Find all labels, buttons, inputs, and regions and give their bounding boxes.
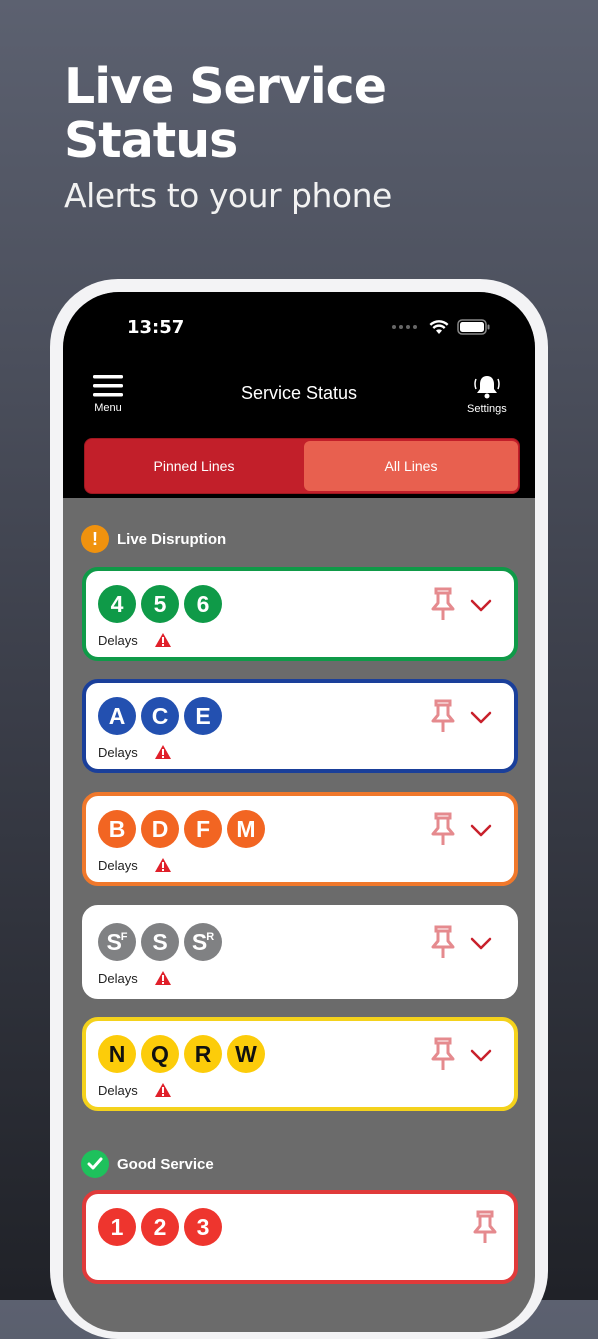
- warning-triangle-icon: [154, 971, 171, 985]
- warning-triangle-icon: [154, 633, 171, 647]
- line-status: Delays: [98, 1082, 172, 1098]
- line-status: Delays: [98, 857, 172, 873]
- bell-icon: [474, 376, 500, 399]
- line-bullet-icon: C: [141, 697, 179, 735]
- settings-button[interactable]: Settings: [467, 374, 507, 415]
- tab-pinned-lines[interactable]: Pinned Lines: [85, 439, 303, 493]
- line-bullet-icon: 3: [184, 1208, 222, 1246]
- section-live-disruption: ! Live Disruption: [81, 525, 226, 553]
- line-bullets: ACE: [98, 697, 222, 735]
- signal-icon: [392, 325, 417, 329]
- line-bullet-icon: F: [184, 810, 222, 848]
- pin-icon[interactable]: [472, 1210, 498, 1244]
- status-icons: [392, 319, 491, 335]
- warning-triangle-icon: [154, 1083, 171, 1097]
- line-bullets: SFSSR: [98, 923, 222, 961]
- status-label: Delays: [98, 632, 138, 648]
- line-bullet-icon: B: [98, 810, 136, 848]
- chevron-down-icon[interactable]: [470, 711, 492, 725]
- line-bullet-icon: 1: [98, 1208, 136, 1246]
- line-bullet-icon: Q: [141, 1035, 179, 1073]
- wifi-icon: [429, 319, 449, 334]
- line-card[interactable]: S F S S R Delays: [82, 905, 518, 999]
- tab-control: Pinned Lines All Lines: [84, 438, 520, 494]
- status-label: Delays: [98, 744, 138, 760]
- line-bullet-icon: W: [227, 1035, 265, 1073]
- top-bar: 13:57 Menu Service Status Settings Pinne…: [63, 292, 535, 498]
- line-bullets: 456: [98, 585, 222, 623]
- line-bullet-icon: E: [184, 697, 222, 735]
- chevron-down-icon[interactable]: [470, 937, 492, 951]
- status-label: Delays: [98, 1082, 138, 1098]
- warning-triangle-icon: [154, 858, 171, 872]
- warning-circle-icon: !: [81, 525, 109, 553]
- line-bullet-icon: A: [98, 697, 136, 735]
- chevron-down-icon[interactable]: [470, 824, 492, 838]
- status-time: 13:57: [127, 317, 185, 338]
- line-bullet-icon: 4: [98, 585, 136, 623]
- line-bullet-icon: 5: [141, 585, 179, 623]
- line-bullet-icon: 6: [184, 585, 222, 623]
- line-card[interactable]: N Q R W Delays: [82, 1017, 518, 1111]
- status-label: Delays: [98, 857, 138, 873]
- section-good-service: Good Service: [81, 1150, 214, 1178]
- status-label: Delays: [98, 970, 138, 986]
- line-bullet-icon: M: [227, 810, 265, 848]
- line-bullets: BDFM: [98, 810, 265, 848]
- warning-triangle-icon: [154, 745, 171, 759]
- line-status: Delays: [98, 632, 172, 648]
- line-bullet-icon: S: [141, 923, 179, 961]
- settings-label: Settings: [467, 403, 507, 415]
- line-card[interactable]: 4 5 6 Delays: [82, 567, 518, 661]
- line-status: Delays: [98, 744, 172, 760]
- line-bullet-icon: SR: [184, 923, 222, 961]
- line-card[interactable]: B D F M Delays: [82, 792, 518, 886]
- line-bullets: 123: [98, 1208, 222, 1246]
- section-label: Live Disruption: [117, 530, 227, 548]
- chevron-down-icon[interactable]: [470, 599, 492, 613]
- tab-all-lines[interactable]: All Lines: [304, 441, 518, 491]
- line-status: Delays: [98, 970, 172, 986]
- pin-icon[interactable]: [430, 812, 456, 846]
- section-label: Good Service: [117, 1155, 214, 1173]
- line-card[interactable]: A C E Delays: [82, 679, 518, 773]
- line-bullet-icon: N: [98, 1035, 136, 1073]
- pin-icon[interactable]: [430, 925, 456, 959]
- line-bullets: NQRW: [98, 1035, 265, 1073]
- hero-subtitle: Alerts to your phone: [64, 176, 392, 215]
- pin-icon[interactable]: [430, 699, 456, 733]
- hero-title: Live Service Status: [64, 58, 387, 169]
- line-bullet-icon: 2: [141, 1208, 179, 1246]
- line-bullet-icon: SF: [98, 923, 136, 961]
- line-bullet-icon: R: [184, 1035, 222, 1073]
- line-bullet-icon: D: [141, 810, 179, 848]
- phone-screen: 13:57 Menu Service Status Settings Pinne…: [63, 292, 535, 1332]
- page-title: Service Status: [240, 383, 358, 403]
- battery-icon: [457, 319, 490, 335]
- line-card[interactable]: 123: [82, 1190, 518, 1284]
- chevron-down-icon[interactable]: [470, 1049, 492, 1063]
- check-circle-icon: [81, 1150, 109, 1178]
- pin-icon[interactable]: [430, 587, 456, 621]
- pin-icon[interactable]: [430, 1037, 456, 1071]
